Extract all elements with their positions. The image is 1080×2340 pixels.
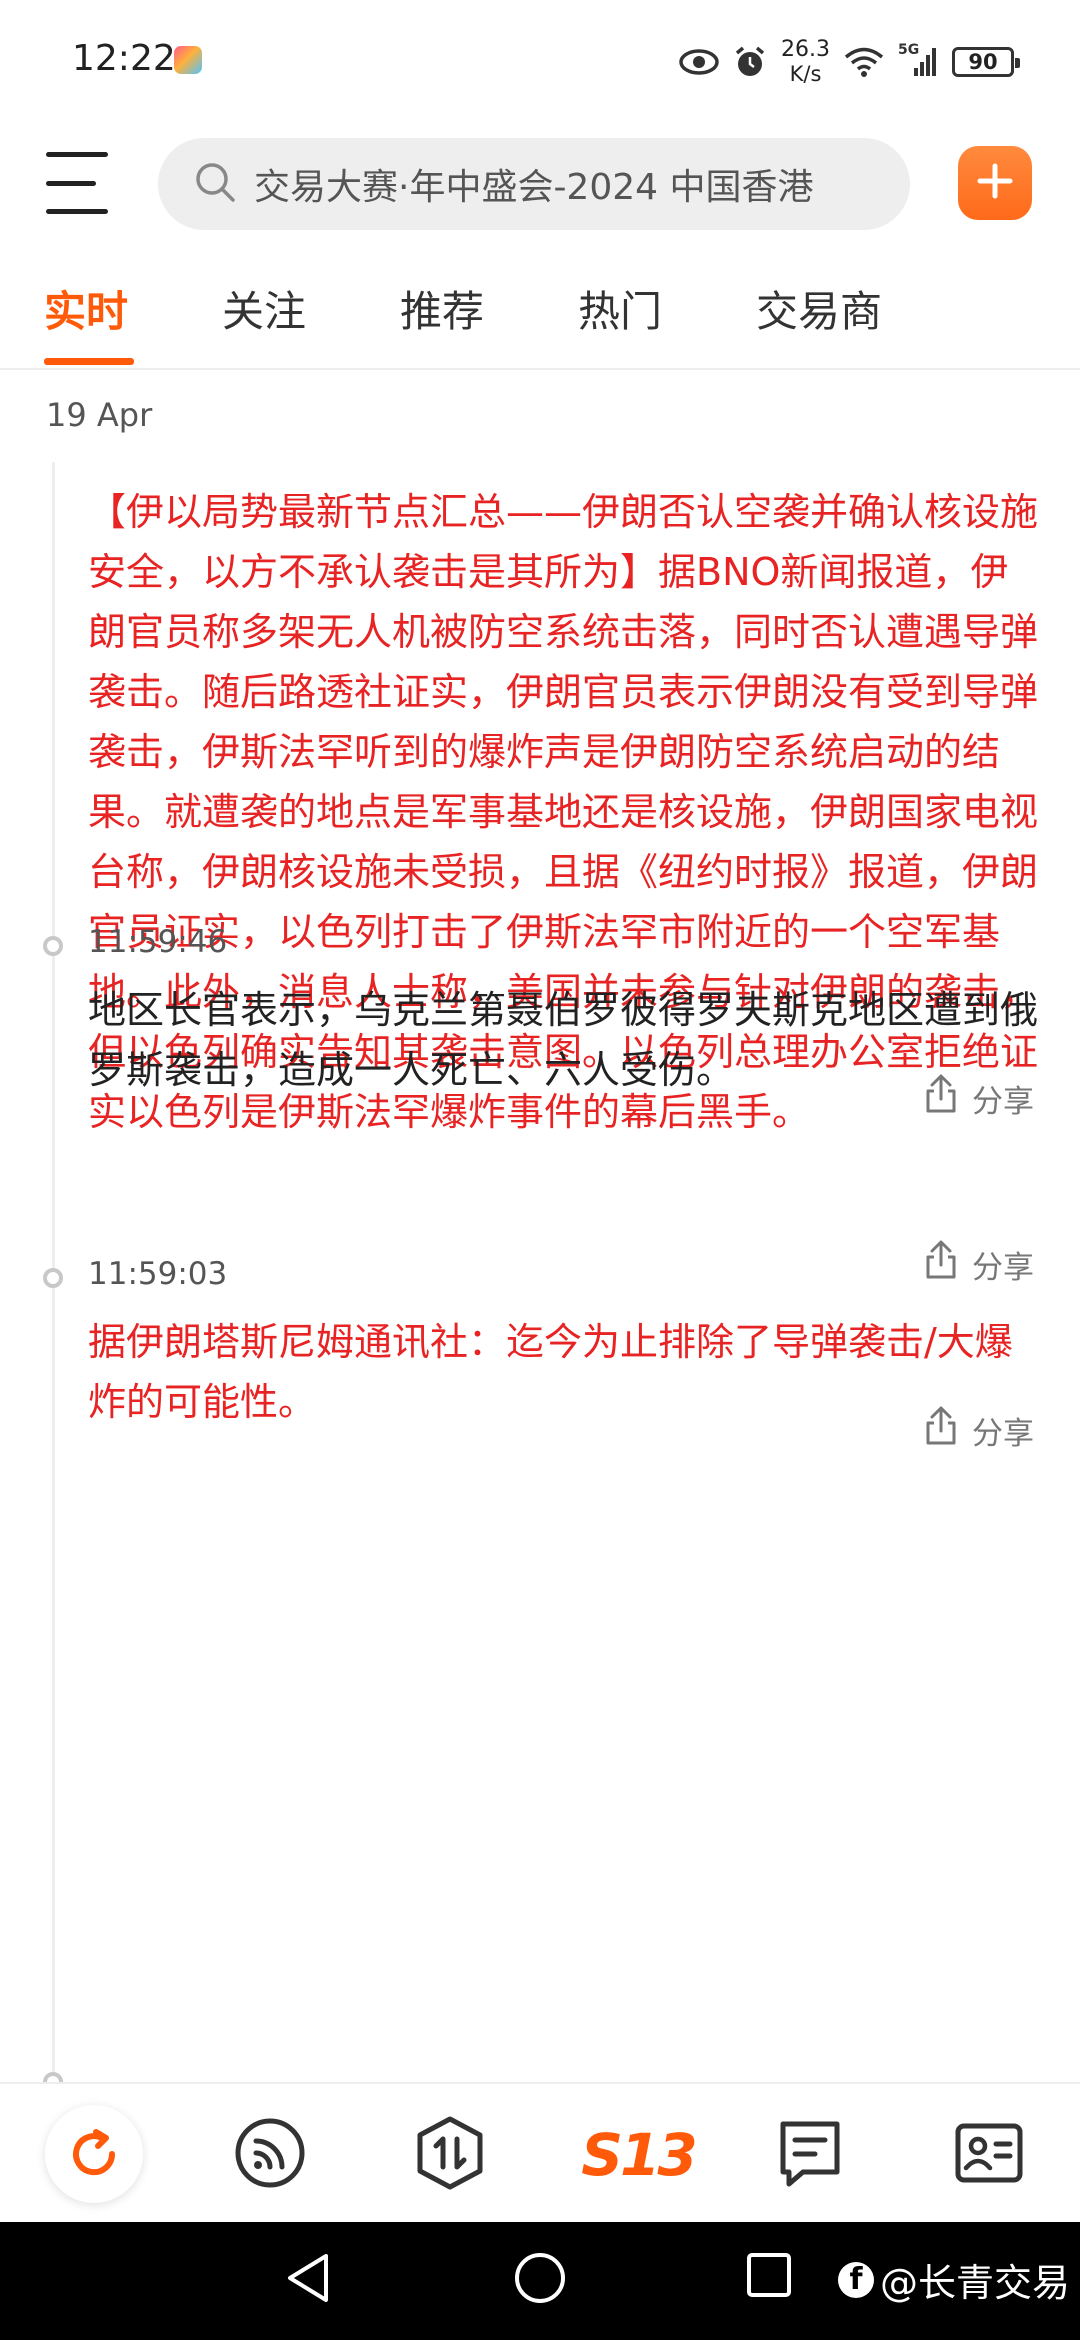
tab-brokers[interactable]: 交易商 (756, 278, 882, 339)
active-tab-indicator (44, 358, 134, 365)
net-speed-unit: K/s (789, 62, 822, 86)
news-text: 据伊朗塔斯尼姆通讯社：迄今为止排除了导弹袭击/大爆炸的可能性。 (88, 1320, 1013, 1424)
cell-signal-icon: 5G (898, 42, 938, 78)
category-tabs: 实时 关注 推荐 热门 交易商 (0, 270, 1080, 370)
exchange-icon (414, 2115, 486, 2195)
menu-line (46, 180, 96, 186)
nav-exchange[interactable] (405, 2110, 495, 2200)
wifi-icon (844, 46, 884, 78)
watermark: f @长青交易 (837, 2252, 1070, 2307)
message-icon (777, 2118, 843, 2192)
nav-s13[interactable]: S13 (578, 2110, 698, 2200)
tab-recommended[interactable]: 推荐 (400, 278, 484, 339)
app-notification-icon (174, 46, 202, 74)
eye-icon (679, 48, 719, 76)
search-input[interactable]: 交易大赛·年中盛会-2024 中国香港 (158, 138, 910, 230)
status-time: 12:22 (72, 38, 176, 79)
share-button[interactable]: 分享 (924, 1240, 1034, 1288)
share-button[interactable]: 分享 (924, 1406, 1034, 1454)
recents-button[interactable] (744, 2250, 794, 2304)
bottom-nav: S13 (0, 2082, 1080, 2222)
profile-card-icon (954, 2122, 1024, 2188)
refresh-icon (45, 2105, 143, 2203)
share-label: 分享 (972, 1083, 1034, 1120)
status-bar: 12:22 26.3 K/s 5G 90 (0, 0, 1080, 120)
top-bar: 交易大赛·年中盛会-2024 中国香港 (0, 130, 1080, 240)
plus-icon (976, 162, 1014, 204)
search-placeholder: 交易大赛·年中盛会-2024 中国香港 (254, 167, 814, 208)
tab-realtime[interactable]: 实时 (44, 278, 128, 339)
podcast-icon (234, 2117, 306, 2193)
nav-podcast[interactable] (225, 2110, 315, 2200)
nav-refresh[interactable] (44, 2104, 144, 2204)
feed-date: 19 Apr (46, 396, 153, 434)
timeline-dot (43, 1268, 63, 1288)
share-label: 分享 (972, 1415, 1034, 1452)
share-icon (924, 1406, 958, 1454)
menu-line (46, 152, 108, 157)
nav-messages[interactable] (765, 2110, 855, 2200)
share-button[interactable]: 分享 (924, 1074, 1034, 1122)
home-circle-icon (512, 2250, 568, 2310)
s13-logo: S13 (581, 2121, 697, 2189)
news-feed[interactable]: 19 Apr 【伊以局势最新节点汇总——伊朗否认空袭并确认核设施安全，以方不承认… (0, 372, 1080, 2082)
back-triangle-icon (284, 2250, 332, 2310)
net-speed-value: 26.3 (781, 37, 830, 62)
timeline-dot (43, 936, 63, 956)
back-button[interactable] (284, 2250, 332, 2310)
add-button[interactable] (958, 146, 1032, 220)
home-button[interactable] (512, 2250, 568, 2310)
battery-indicator: 90 (952, 47, 1020, 77)
alarm-icon (733, 45, 767, 79)
share-icon (924, 1240, 958, 1288)
timeline-dot (43, 2072, 63, 2082)
share-icon (924, 1074, 958, 1122)
news-time: 11:59:03 (88, 1256, 228, 1292)
watermark-text: @长青交易 (879, 2261, 1070, 2305)
net-speed: 26.3 K/s (781, 39, 830, 85)
recents-square-icon (744, 2250, 794, 2304)
signal-label: 5G (898, 42, 920, 58)
news-time: 11:59:46 (88, 924, 228, 960)
menu-button[interactable] (46, 152, 110, 214)
menu-line (46, 209, 108, 214)
news-text: 地区长官表示，乌克兰第聂伯罗彼得罗夫斯克地区遭到俄罗斯袭击，造成一人死亡、六人受… (88, 988, 1039, 1092)
status-indicators: 26.3 K/s 5G 90 (679, 34, 1020, 90)
tab-hot[interactable]: 热门 (578, 278, 662, 339)
search-icon (194, 161, 236, 207)
facebook-logo-icon: f (837, 2261, 874, 2298)
share-label: 分享 (972, 1249, 1034, 1286)
system-nav-bar: f @长青交易 (0, 2222, 1080, 2340)
tab-following[interactable]: 关注 (222, 278, 306, 339)
nav-profile[interactable] (944, 2110, 1034, 2200)
